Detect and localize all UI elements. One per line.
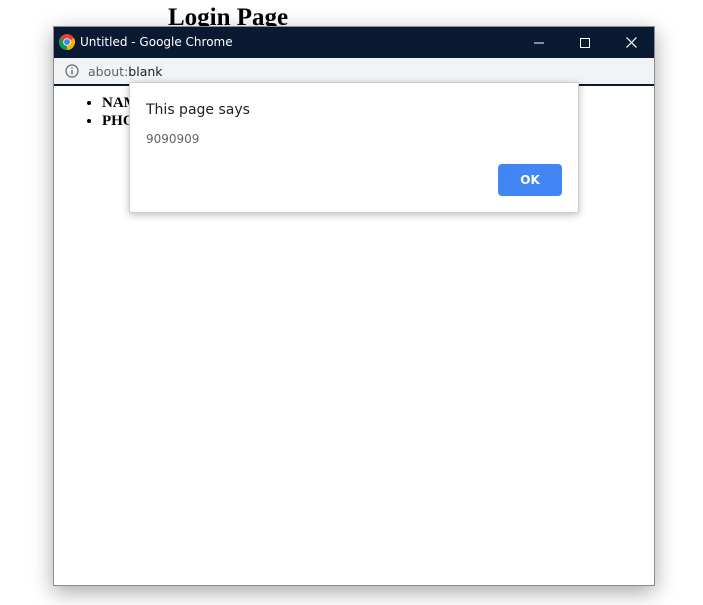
maximize-button[interactable] bbox=[562, 27, 608, 58]
ok-button[interactable]: OK bbox=[498, 164, 562, 196]
url-text[interactable]: about:blank bbox=[88, 64, 163, 79]
title-bar[interactable]: Untitled - Google Chrome bbox=[54, 27, 654, 58]
minimize-icon bbox=[534, 42, 544, 43]
alert-title: This page says bbox=[146, 102, 250, 118]
url-scheme: about: bbox=[88, 64, 129, 79]
chrome-logo-icon bbox=[59, 34, 75, 50]
url-path: blank bbox=[128, 64, 163, 79]
alert-dialog: This page says 9090909 OK bbox=[129, 82, 579, 213]
alert-message: 9090909 bbox=[146, 132, 200, 146]
maximize-icon bbox=[580, 37, 590, 48]
close-button[interactable] bbox=[608, 27, 654, 58]
minimize-button[interactable] bbox=[516, 27, 562, 58]
info-icon[interactable] bbox=[65, 64, 79, 78]
close-icon bbox=[625, 37, 637, 48]
window-title: Untitled - Google Chrome bbox=[80, 35, 233, 49]
